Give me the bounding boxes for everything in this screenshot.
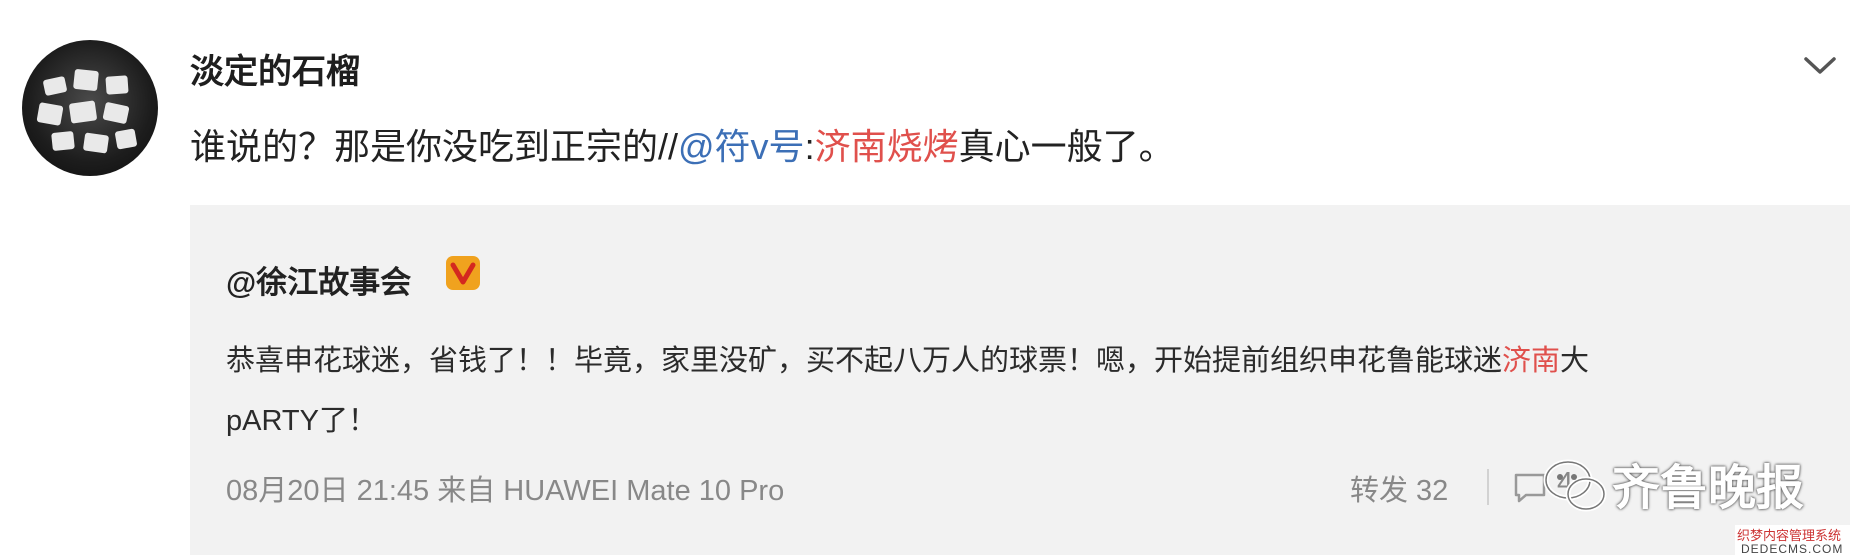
avatar-tile xyxy=(105,75,129,95)
site-watermark: 织梦内容管理系统 DEDECMS.COM xyxy=(1735,525,1873,559)
repost-text-line: 恭喜申花球迷，省钱了！！毕竟，家里没矿，买不起八万人的球票！嗯，开始提前组织申花… xyxy=(226,337,1589,379)
avatar-tile xyxy=(102,101,130,125)
post-text-prefix: 谁说的？那是你没吃到正宗的// xyxy=(190,126,679,167)
repost-author[interactable]: @徐江故事会 xyxy=(226,257,411,302)
repost-button[interactable]: 转发 32 xyxy=(1350,467,1448,509)
avatar-tile xyxy=(68,100,98,124)
avatar-tile xyxy=(73,68,99,92)
post-text-colon: : xyxy=(804,126,815,167)
avatar-tile xyxy=(82,132,110,154)
avatar-tile xyxy=(114,128,138,150)
repost-text: 大 xyxy=(1560,345,1590,377)
watermark-text: 齐鲁晚报 xyxy=(1612,460,1805,516)
wechat-icon xyxy=(1543,459,1607,512)
avatar-tile xyxy=(51,130,75,152)
keyword-highlight[interactable]: 济南烧烤 xyxy=(815,126,959,167)
avatar-tile xyxy=(42,75,68,97)
avatar-tile xyxy=(36,102,64,126)
avatar[interactable] xyxy=(22,40,158,176)
site-watermark-en: DEDECMS.COM xyxy=(1741,542,1844,556)
divider xyxy=(1487,469,1489,505)
repost-text: 恭喜申花球迷，省钱了！！毕竟，家里没矿，买不起八万人的球票！嗯，开始提前组织申花… xyxy=(226,345,1503,377)
verified-v-icon xyxy=(446,256,480,290)
mention-link[interactable]: @符v号 xyxy=(678,126,805,167)
chevron-down-icon[interactable] xyxy=(1800,50,1840,80)
post-meta[interactable]: 08月20日 21:45 来自 HUAWEI Mate 10 Pro xyxy=(226,467,784,509)
post-text: 谁说的？那是你没吃到正宗的//@符v号:济南烧烤真心一般了。 xyxy=(190,118,1175,170)
username[interactable]: 淡定的石榴 xyxy=(190,44,360,93)
keyword-highlight[interactable]: 济南 xyxy=(1502,345,1560,377)
repost-text-line: pARTY了！ xyxy=(226,405,377,437)
post-text-suffix: 真心一般了。 xyxy=(958,126,1175,167)
weibo-post: 淡定的石榴 谁说的？那是你没吃到正宗的//@符v号:济南烧烤真心一般了。 @徐江… xyxy=(0,0,1873,559)
